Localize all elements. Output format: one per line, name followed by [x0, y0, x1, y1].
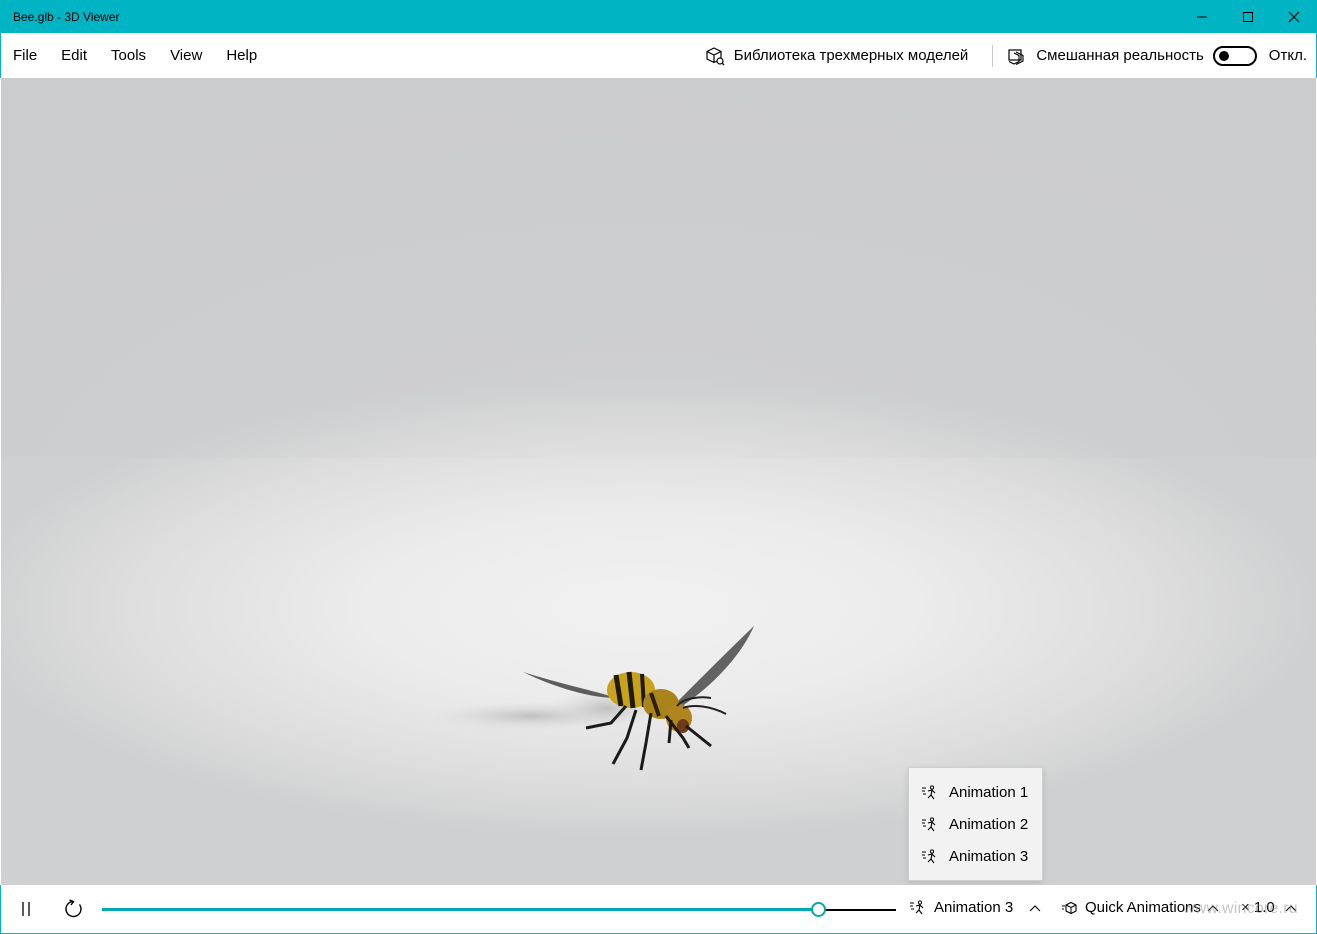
menu-view[interactable]: View	[158, 33, 214, 78]
menu-tools[interactable]: Tools	[99, 33, 158, 78]
3d-library-label: Библиотека трехмерных моделей	[733, 47, 969, 64]
quick-animations-icon	[1062, 901, 1077, 914]
cube-library-icon	[706, 46, 725, 65]
animation-option-label: Animation 3	[949, 847, 1029, 865]
animation-icon	[910, 900, 924, 915]
menu-edit[interactable]: Edit	[49, 33, 99, 78]
title-bar: Bee.glb - 3D Viewer	[0, 0, 1317, 33]
playback-bar: Animation 3 Quick Animations × 1.0 www.w…	[0, 885, 1317, 934]
maximize-button[interactable]	[1225, 0, 1271, 33]
pause-button[interactable]	[14, 897, 38, 921]
window-title: Bee.glb - 3D Viewer	[13, 9, 120, 24]
menu-divider	[992, 44, 994, 67]
animation-selector[interactable]: Animation 3	[909, 899, 1041, 916]
3d-library-button[interactable]: Библиотека трехмерных моделей	[691, 33, 981, 78]
animation-dropdown: Animation 1 Animation 2 Animation 3	[908, 767, 1043, 881]
minimize-icon	[1197, 16, 1207, 17]
maximize-icon	[1243, 11, 1253, 22]
mixed-reality-label: Смешанная реальность	[1036, 47, 1204, 64]
minimize-button[interactable]	[1179, 0, 1225, 33]
animation-option-2[interactable]: Animation 2	[909, 808, 1042, 840]
timeline-thumb[interactable]	[811, 902, 827, 917]
animation-option-1[interactable]: Animation 1	[909, 776, 1042, 808]
animation-icon	[922, 784, 936, 799]
selected-animation-label: Animation 3	[934, 899, 1014, 916]
mixed-reality-icon	[1008, 48, 1024, 65]
timeline-slider[interactable]	[102, 902, 896, 917]
menu-help[interactable]: Help	[214, 33, 269, 78]
3d-viewport[interactable]	[1, 78, 1316, 885]
pause-icon	[22, 902, 30, 916]
menu-bar: File Edit Tools View Help Библиотека тре…	[0, 33, 1317, 78]
animation-icon	[922, 848, 936, 863]
restart-button[interactable]	[62, 897, 86, 921]
watermark: www.wincore.ru	[1183, 900, 1298, 917]
restart-icon	[65, 899, 82, 918]
toggle-state-label: Откл.	[1268, 47, 1307, 64]
viewport-shading	[1, 78, 1316, 458]
menu-file[interactable]: File	[1, 33, 49, 78]
animation-icon	[922, 816, 936, 831]
mixed-reality-toggle[interactable]	[1212, 45, 1257, 66]
animation-option-label: Animation 2	[949, 815, 1029, 833]
toggle-knob	[1218, 50, 1229, 61]
close-icon	[1288, 11, 1300, 22]
animation-option-label: Animation 1	[949, 783, 1029, 801]
animation-option-3[interactable]: Animation 3	[909, 840, 1042, 872]
mixed-reality-control[interactable]: Смешанная реальность Откл.	[1007, 33, 1316, 78]
chevron-up-icon	[1029, 904, 1041, 911]
close-button[interactable]	[1271, 0, 1317, 33]
bee-model[interactable]	[421, 538, 781, 788]
timeline-progress	[102, 908, 819, 911]
